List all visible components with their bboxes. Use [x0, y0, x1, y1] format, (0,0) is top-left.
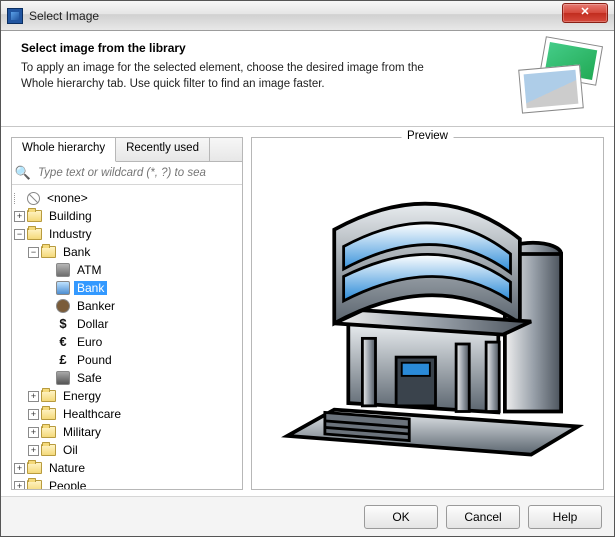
button-row: OK Cancel Help: [1, 496, 614, 536]
photo-thumb-icon: [518, 64, 584, 113]
safe-icon: [56, 371, 70, 385]
expand-toggle[interactable]: +: [28, 445, 39, 456]
tree-label: Oil: [60, 443, 81, 457]
tree-item-building[interactable]: + Building: [14, 207, 242, 225]
folder-icon: [41, 426, 56, 438]
tree-item-nature[interactable]: + Nature: [14, 459, 242, 477]
tree-item-oil[interactable]: + Oil: [14, 441, 242, 459]
search-input[interactable]: [34, 162, 242, 184]
tree-item-military[interactable]: + Military: [14, 423, 242, 441]
tree-label: Dollar: [74, 317, 111, 331]
header-heading: Select image from the library: [21, 41, 496, 55]
tree[interactable]: <none> + Building − Industry − Bank: [12, 185, 242, 489]
tree-item-energy[interactable]: + Energy: [14, 387, 242, 405]
tree-item-bank-folder[interactable]: − Bank: [14, 243, 242, 261]
ok-button[interactable]: OK: [364, 505, 438, 529]
tree-label: Safe: [74, 371, 105, 385]
tree-item-healthcare[interactable]: + Healthcare: [14, 405, 242, 423]
bank-icon: [56, 281, 70, 295]
folder-icon: [41, 246, 56, 258]
search-row: 🔍: [12, 162, 242, 185]
tree-item-pound[interactable]: £ Pound: [14, 351, 242, 369]
folder-icon: [27, 210, 42, 222]
tree-item-none[interactable]: <none>: [14, 189, 242, 207]
window-title: Select Image: [29, 9, 99, 23]
tree-label: Euro: [74, 335, 105, 349]
tree-label: Building: [46, 209, 95, 223]
library-panel: Whole hierarchy Recently used 🔍 <none> +…: [11, 137, 243, 490]
close-button[interactable]: ✕: [562, 3, 608, 23]
folder-icon: [27, 462, 42, 474]
search-icon: 🔍: [12, 165, 34, 181]
pound-icon: £: [56, 353, 70, 367]
help-button[interactable]: Help: [528, 505, 602, 529]
tree-label: Pound: [74, 353, 115, 367]
cancel-button[interactable]: Cancel: [446, 505, 520, 529]
tree-label: Energy: [60, 389, 104, 403]
dollar-icon: $: [56, 317, 70, 331]
tree-item-banker[interactable]: Banker: [14, 297, 242, 315]
tree-item-industry[interactable]: − Industry: [14, 225, 242, 243]
tabs: Whole hierarchy Recently used: [12, 138, 242, 162]
expand-toggle[interactable]: +: [14, 463, 25, 474]
preview-panel: Preview: [251, 137, 604, 490]
header-panel: Select image from the library To apply a…: [1, 31, 614, 127]
header-illustration: [504, 41, 600, 113]
header-description: To apply an image for the selected eleme…: [21, 61, 451, 92]
tree-line: [14, 193, 24, 204]
tab-recently-used[interactable]: Recently used: [116, 138, 210, 161]
folder-icon: [41, 390, 56, 402]
expand-toggle[interactable]: −: [28, 247, 39, 258]
tree-item-people[interactable]: + People: [14, 477, 242, 489]
folder-icon: [27, 228, 42, 240]
tree-label: Nature: [46, 461, 88, 475]
preview-body: [252, 138, 603, 489]
tree-item-atm[interactable]: ATM: [14, 261, 242, 279]
tree-item-dollar[interactable]: $ Dollar: [14, 315, 242, 333]
tree-label: Banker: [74, 299, 118, 313]
tree-item-euro[interactable]: € Euro: [14, 333, 242, 351]
tree-label: <none>: [44, 191, 91, 205]
folder-icon: [27, 480, 42, 489]
tree-item-safe[interactable]: Safe: [14, 369, 242, 387]
tree-label: People: [46, 479, 89, 489]
none-icon: [27, 192, 40, 205]
tree-label: Healthcare: [60, 407, 124, 421]
tree-item-bank[interactable]: Bank: [14, 279, 242, 297]
expand-toggle[interactable]: +: [14, 481, 25, 490]
body-area: Whole hierarchy Recently used 🔍 <none> +…: [1, 127, 614, 496]
app-icon: [7, 8, 23, 24]
tree-label: ATM: [74, 263, 104, 277]
preview-image-bank: [268, 164, 588, 464]
banker-icon: [56, 299, 70, 313]
tree-label: Bank: [60, 245, 93, 259]
tree-label: Industry: [46, 227, 95, 241]
folder-icon: [41, 444, 56, 456]
header-text: Select image from the library To apply a…: [21, 41, 496, 118]
expand-toggle[interactable]: +: [14, 211, 25, 222]
expand-toggle[interactable]: +: [28, 427, 39, 438]
select-image-dialog: Select Image ✕ Select image from the lib…: [0, 0, 615, 537]
atm-icon: [56, 263, 70, 277]
folder-icon: [41, 408, 56, 420]
expand-toggle[interactable]: +: [28, 409, 39, 420]
tab-whole-hierarchy[interactable]: Whole hierarchy: [12, 138, 116, 162]
expand-toggle[interactable]: +: [28, 391, 39, 402]
tree-label-selected: Bank: [74, 281, 107, 295]
preview-label: Preview: [401, 130, 454, 142]
titlebar: Select Image ✕: [1, 1, 614, 31]
tree-label: Military: [60, 425, 104, 439]
expand-toggle[interactable]: −: [14, 229, 25, 240]
euro-icon: €: [56, 335, 70, 349]
close-icon: ✕: [580, 6, 589, 18]
